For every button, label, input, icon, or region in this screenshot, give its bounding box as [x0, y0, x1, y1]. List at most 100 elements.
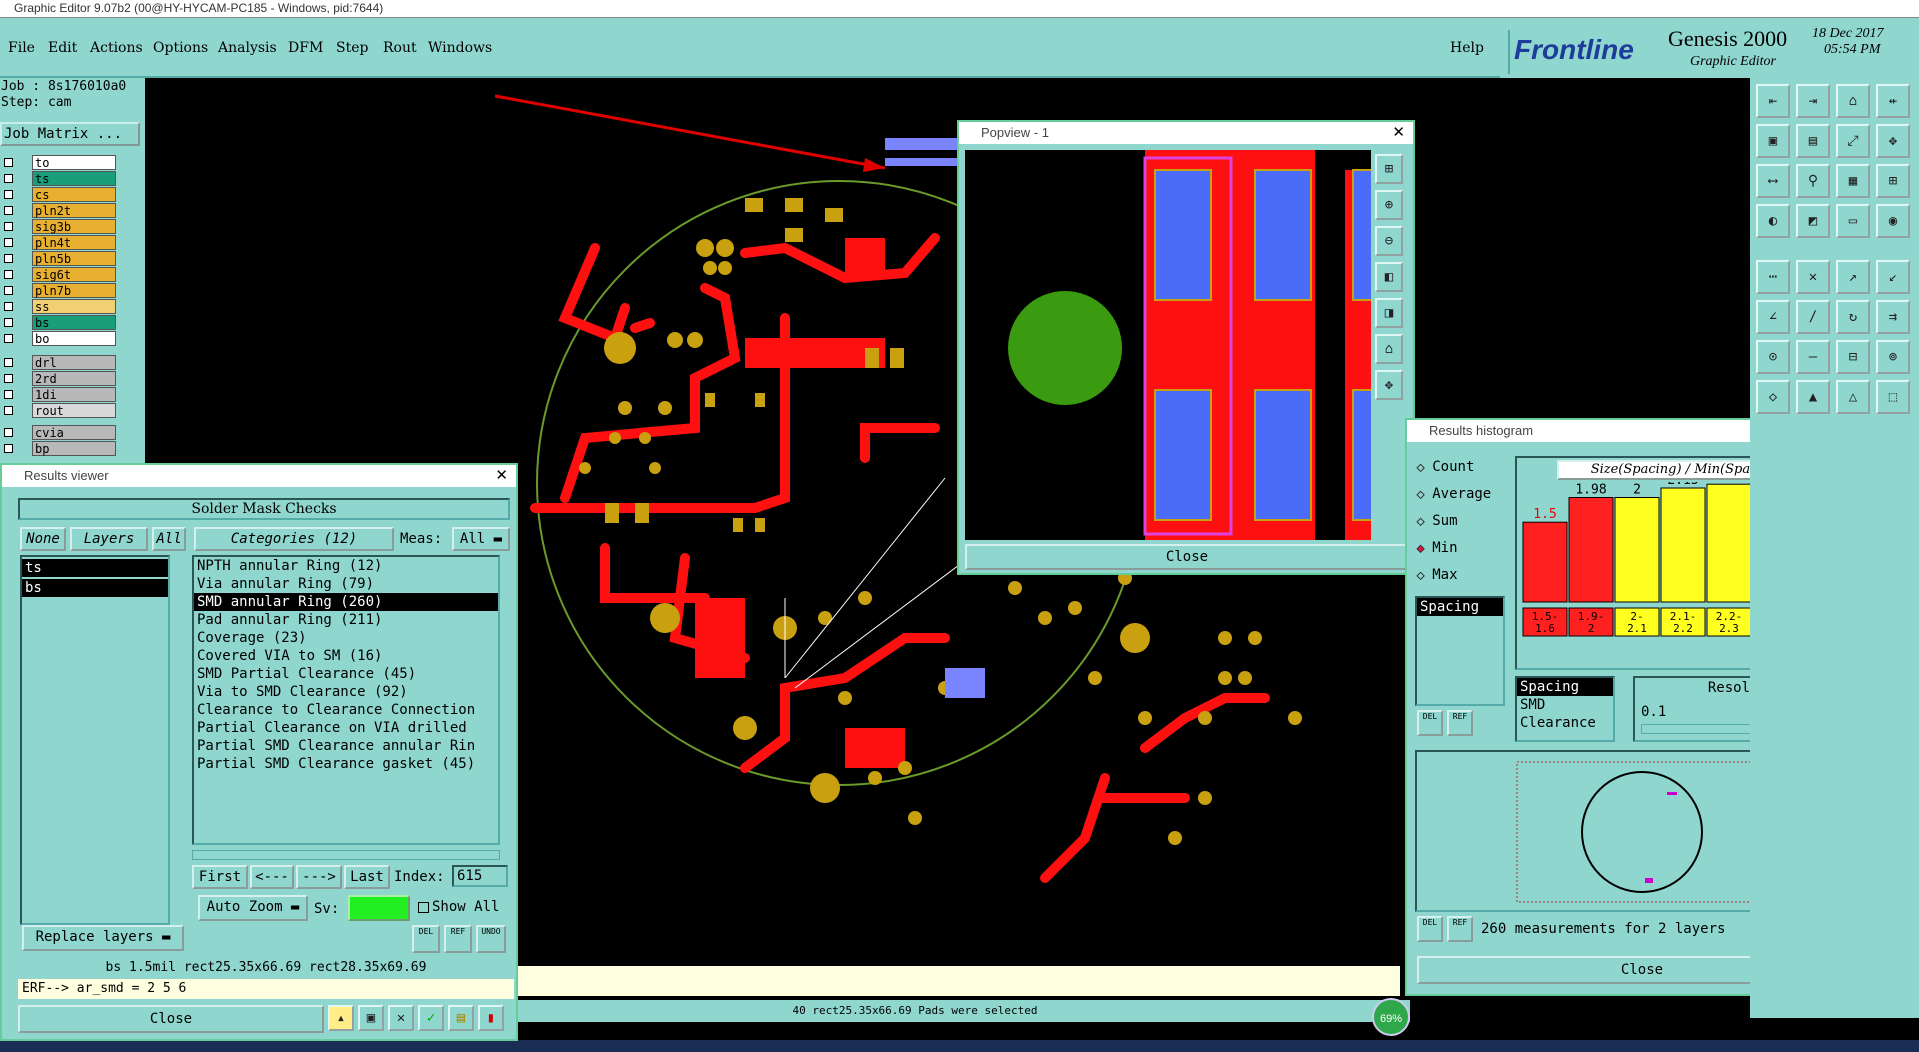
- spacing-list-item[interactable]: Spacing: [1417, 598, 1503, 616]
- layer-checkbox[interactable]: [4, 302, 13, 311]
- menu-help[interactable]: Help: [1450, 40, 1484, 56]
- layer-checkbox[interactable]: [4, 238, 13, 247]
- histogram-bar[interactable]: [1568, 497, 1614, 603]
- dots-icon[interactable]: ⋯: [1756, 260, 1790, 294]
- layer-checkbox[interactable]: [4, 254, 13, 263]
- layer-name[interactable]: bp: [32, 441, 116, 456]
- menu-actions[interactable]: Actions: [90, 40, 143, 56]
- radio-icon[interactable]: ◆: [1416, 487, 1424, 502]
- zoom-back-icon[interactable]: ⇥: [1796, 84, 1830, 118]
- layer-row[interactable]: pln4t: [0, 235, 120, 250]
- zoom-home-icon[interactable]: ⇤: [1756, 84, 1790, 118]
- aggregate-option[interactable]: ◆ Min: [1416, 537, 1457, 559]
- close-icon[interactable]: ✕: [1392, 122, 1405, 144]
- tool-icon[interactable]: ⚲: [1796, 164, 1830, 198]
- layer-checkbox[interactable]: [4, 406, 13, 415]
- pan-left-icon[interactable]: ◧: [1375, 262, 1403, 292]
- show-all-checkbox[interactable]: [418, 902, 429, 913]
- layer-name[interactable]: cs: [32, 187, 116, 202]
- attribute-item-smd[interactable]: SMD: [1517, 696, 1613, 714]
- layer-checkbox[interactable]: [4, 206, 13, 215]
- select-icon[interactable]: ⬚: [1876, 380, 1910, 414]
- layout-icon[interactable]: ⊞: [1876, 164, 1910, 198]
- meas-dropdown[interactable]: All ▬: [452, 527, 510, 551]
- swap-icon[interactable]: ⇉: [1876, 300, 1910, 334]
- close-icon[interactable]: ✕: [495, 465, 508, 487]
- layer-name[interactable]: pln4t: [32, 235, 116, 250]
- category-item[interactable]: Via to SMD Clearance (92): [194, 683, 498, 701]
- color-icon[interactable]: ◩: [1796, 204, 1830, 238]
- layer-checkbox[interactable]: [4, 174, 13, 183]
- next-button[interactable]: --->: [296, 865, 342, 889]
- layer-checkbox[interactable]: [4, 270, 13, 279]
- preview-ref-button[interactable]: REF: [1447, 916, 1473, 942]
- index-input[interactable]: 615: [452, 865, 508, 887]
- layer-checkbox[interactable]: [4, 444, 13, 453]
- fit-icon[interactable]: ⊞: [1375, 154, 1403, 184]
- first-button[interactable]: First: [192, 865, 248, 889]
- zoom-in-icon[interactable]: ⊕: [1375, 190, 1403, 220]
- angle-icon[interactable]: ∠: [1756, 300, 1790, 334]
- bar-icon[interactable]: ▭: [1836, 204, 1870, 238]
- box-icon[interactable]: ⊟: [1836, 340, 1870, 374]
- histogram-bar[interactable]: [1706, 483, 1752, 603]
- layer-checkbox[interactable]: [4, 190, 13, 199]
- aggregate-option[interactable]: ◆ Average: [1416, 483, 1491, 505]
- layer-row[interactable]: sig6t: [0, 267, 120, 282]
- layer-checkbox[interactable]: [4, 158, 13, 167]
- layer-name[interactable]: rout: [32, 403, 116, 418]
- record-icon[interactable]: ◉: [1876, 204, 1910, 238]
- target-icon[interactable]: ⊙: [1756, 340, 1790, 374]
- category-item[interactable]: Partial SMD Clearance annular Rin: [194, 737, 498, 755]
- layer-row[interactable]: bp: [0, 441, 120, 456]
- category-item[interactable]: Partial Clearance on VIA drilled: [194, 719, 498, 737]
- ref-button[interactable]: REF: [444, 925, 472, 953]
- histogram-bar[interactable]: [1522, 521, 1568, 603]
- fit-icon[interactable]: ⤢: [1836, 124, 1870, 158]
- layer-name[interactable]: sig3b: [32, 219, 116, 234]
- category-list[interactable]: NPTH annular Ring (12) Via annular Ring (…: [192, 555, 500, 845]
- radio-icon[interactable]: ◆: [1416, 541, 1424, 556]
- layer-name[interactable]: ts: [32, 171, 116, 186]
- layer-name[interactable]: bs: [32, 315, 116, 330]
- none-button[interactable]: None: [20, 527, 66, 551]
- category-item[interactable]: SMD annular Ring (260): [194, 593, 498, 611]
- layer-name[interactable]: pln5b: [32, 251, 116, 266]
- popview-title-bar[interactable]: Popview - 1 ✕: [959, 122, 1413, 144]
- center-icon[interactable]: ✥: [1375, 370, 1403, 400]
- category-item[interactable]: Via annular Ring (79): [194, 575, 498, 593]
- radio-icon[interactable]: ◆: [1416, 460, 1424, 475]
- menu-dfm[interactable]: DFM: [288, 40, 323, 56]
- category-item[interactable]: SMD Partial Clearance (45): [194, 665, 498, 683]
- home-icon[interactable]: ⌂: [1375, 334, 1403, 364]
- replace-layers-dropdown[interactable]: Replace layers ▬: [22, 925, 184, 951]
- radio-icon[interactable]: ◆: [1416, 514, 1424, 529]
- layer-name[interactable]: pln7b: [32, 283, 116, 298]
- category-item[interactable]: Clearance to Clearance Connection: [194, 701, 498, 719]
- category-item[interactable]: Partial SMD Clearance gasket (45): [194, 755, 498, 773]
- all-button[interactable]: All: [152, 527, 186, 551]
- aggregate-option[interactable]: ◆ Max: [1416, 564, 1457, 586]
- job-matrix-button[interactable]: Job Matrix ...: [0, 122, 140, 146]
- category-hscroll[interactable]: [192, 850, 500, 860]
- frame-icon[interactable]: ▣: [1756, 124, 1790, 158]
- triangle-icon[interactable]: ▲: [1796, 380, 1830, 414]
- layer-checkbox[interactable]: [4, 334, 13, 343]
- diamond-icon[interactable]: ◇: [1756, 380, 1790, 414]
- histogram-bar[interactable]: [1660, 487, 1706, 603]
- step-icon[interactable]: ⇷: [1876, 84, 1910, 118]
- layer-row[interactable]: bs: [0, 315, 120, 330]
- highlight-icon[interactable]: ▴: [328, 1005, 354, 1031]
- layer-row[interactable]: sig3b: [0, 219, 120, 234]
- histogram-del-button[interactable]: DEL: [1417, 710, 1443, 736]
- result-layer-item[interactable]: ts: [22, 559, 168, 577]
- zoom-icon[interactable]: ▣: [358, 1005, 384, 1031]
- layer-name[interactable]: bo: [32, 331, 116, 346]
- layer-row[interactable]: to: [0, 155, 120, 170]
- last-button[interactable]: Last: [344, 865, 390, 889]
- layer-name[interactable]: 2rd: [32, 371, 116, 386]
- move-icon[interactable]: ✥: [1876, 124, 1910, 158]
- popview-close-button[interactable]: Close: [965, 544, 1409, 570]
- layer-name[interactable]: cvia: [32, 425, 116, 440]
- aggregate-option[interactable]: ◆ Count: [1416, 456, 1474, 478]
